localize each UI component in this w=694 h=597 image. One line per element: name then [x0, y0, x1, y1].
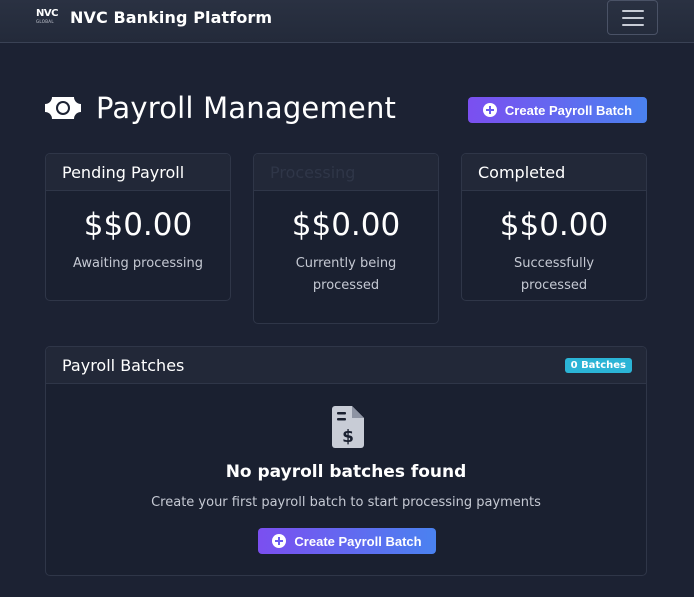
stat-card-pending: Pending Payroll $$0.00 Awaiting processi…	[45, 153, 231, 301]
plus-circle-icon	[482, 103, 497, 117]
brand-logo-subtext: GLOBAL	[36, 18, 54, 24]
page-header: Payroll Management	[44, 88, 396, 128]
svg-text:$: $	[342, 427, 354, 447]
stat-card-title: Pending Payroll	[46, 154, 230, 191]
create-payroll-batch-label: Create Payroll Batch	[294, 533, 422, 549]
invoice-dollar-icon: $	[332, 406, 364, 448]
brand-name: NVC Banking Platform	[70, 8, 273, 27]
empty-state-title: No payroll batches found	[225, 462, 467, 482]
stat-caption: Successfully processed	[513, 256, 595, 293]
brand-logo: NVC GLOBAL	[36, 7, 60, 27]
hamburger-menu-icon	[622, 17, 644, 19]
stat-caption: Awaiting processing	[73, 256, 203, 271]
stat-card-completed: Completed $$0.00 Successfully processed	[461, 153, 647, 301]
brand[interactable]: NVC GLOBAL NVC Banking Platform	[36, 8, 272, 27]
payroll-batches-title: Payroll Batches	[62, 355, 185, 375]
empty-state-subtitle: Create your first payroll batch to start…	[151, 495, 541, 510]
brand-logo-text: NVC	[36, 7, 58, 19]
navbar-toggle-button[interactable]	[607, 0, 658, 35]
stat-card-processing: Processing $$0.00 Currently being proces…	[253, 153, 439, 324]
hamburger-menu-icon	[622, 10, 644, 12]
stat-value: $$0.00	[83, 207, 193, 243]
stat-value: $$0.00	[291, 207, 401, 243]
create-payroll-batch-label: Create Payroll Batch	[504, 102, 633, 118]
page-title: Payroll Management	[96, 91, 397, 125]
stat-value: $$0.00	[499, 207, 609, 243]
payroll-batches-header: Payroll Batches 0 Batches	[46, 347, 646, 384]
payroll-batches-panel: Payroll Batches 0 Batches $ No payroll b…	[45, 346, 647, 576]
stat-caption: Currently being processed	[295, 256, 397, 293]
create-payroll-batch-button[interactable]: Create Payroll Batch	[468, 97, 647, 123]
stat-card-title: Processing	[254, 154, 438, 191]
top-navbar: NVC GLOBAL NVC Banking Platform	[0, 0, 694, 43]
hamburger-menu-icon	[622, 24, 644, 26]
plus-circle-icon	[272, 534, 287, 548]
money-bill-icon	[45, 97, 81, 119]
create-first-payroll-batch-button[interactable]: Create Payroll Batch	[258, 528, 436, 554]
stat-card-title: Completed	[462, 154, 646, 191]
batch-count-badge: 0 Batches	[564, 357, 632, 373]
